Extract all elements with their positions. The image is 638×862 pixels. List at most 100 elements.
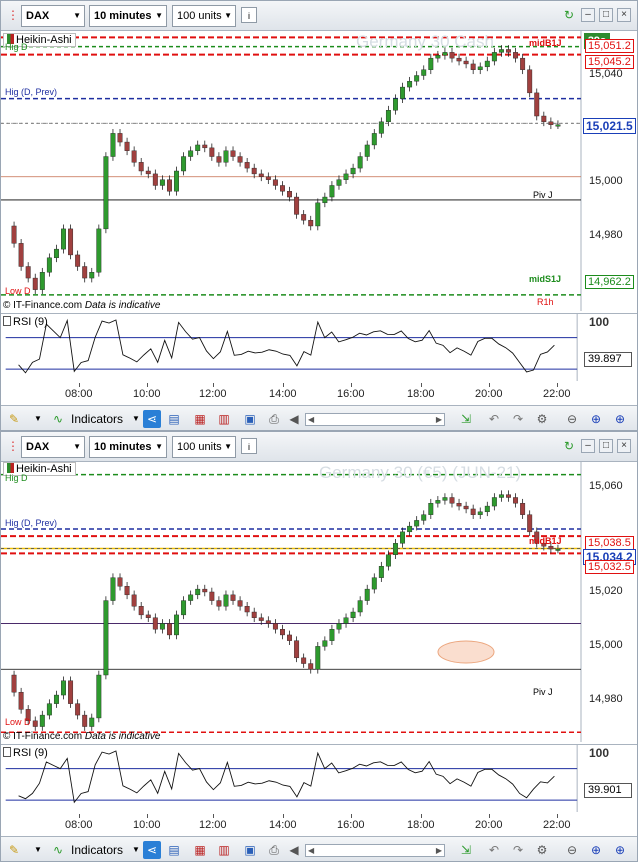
info-icon[interactable]: i: [241, 7, 257, 23]
candle[interactable]: [407, 81, 413, 88]
redo-icon[interactable]: ↷: [509, 410, 527, 428]
candle[interactable]: [336, 623, 342, 630]
candle[interactable]: [414, 75, 420, 82]
candle[interactable]: [520, 57, 526, 70]
candle[interactable]: [46, 703, 52, 716]
candle[interactable]: [216, 156, 222, 163]
candle[interactable]: [32, 277, 38, 290]
zoom-in-icon[interactable]: ⊕: [611, 841, 629, 859]
candle[interactable]: [216, 600, 222, 607]
candle[interactable]: [159, 179, 165, 186]
scroll-left-icon[interactable]: ◀: [285, 410, 303, 428]
redo-icon[interactable]: ↷: [509, 841, 527, 859]
candle[interactable]: [244, 606, 250, 613]
orders-icon[interactable]: ▥: [215, 841, 233, 859]
candle[interactable]: [152, 617, 158, 630]
chart-scrollbar[interactable]: ◀ ▶: [305, 413, 445, 426]
maximize-button[interactable]: □: [599, 8, 613, 22]
chat-icon[interactable]: ▤: [165, 410, 183, 428]
candle[interactable]: [385, 554, 391, 567]
candle[interactable]: [385, 110, 391, 123]
candle[interactable]: [188, 594, 194, 601]
scroll-right-icon[interactable]: ▶: [436, 415, 442, 424]
candle[interactable]: [230, 594, 236, 601]
chat-icon[interactable]: ▤: [165, 841, 183, 859]
share-icon[interactable]: ⋖: [143, 841, 161, 859]
candle[interactable]: [513, 52, 519, 59]
candle[interactable]: [294, 196, 300, 215]
candle[interactable]: [230, 150, 236, 157]
candle[interactable]: [527, 514, 533, 533]
candle[interactable]: [166, 179, 172, 192]
candle[interactable]: [541, 115, 547, 123]
candle[interactable]: [209, 591, 215, 601]
candle[interactable]: [82, 266, 88, 279]
indicators-button[interactable]: Indicators: [71, 843, 123, 857]
candle[interactable]: [209, 147, 215, 157]
candle[interactable]: [456, 57, 462, 62]
candle[interactable]: [484, 505, 490, 513]
candle[interactable]: [555, 124, 561, 127]
candle[interactable]: [414, 520, 420, 527]
candle[interactable]: [265, 620, 271, 624]
candle[interactable]: [435, 55, 441, 59]
scroll-left-icon[interactable]: ◀: [308, 846, 314, 855]
instrument-select-bottom[interactable]: DAX ▼: [21, 436, 85, 458]
candle[interactable]: [103, 600, 109, 676]
candle[interactable]: [181, 156, 187, 172]
scroll-left-icon[interactable]: ◀: [308, 415, 314, 424]
info-icon[interactable]: i: [241, 438, 257, 454]
candle[interactable]: [68, 680, 74, 704]
candle[interactable]: [258, 173, 264, 177]
chart-scrollbar[interactable]: ◀ ▶: [305, 844, 445, 857]
candle[interactable]: [336, 179, 342, 186]
candle[interactable]: [357, 600, 363, 613]
candle[interactable]: [75, 703, 81, 716]
candle[interactable]: [470, 63, 476, 70]
price-chart-bottom[interactable]: [1, 462, 637, 742]
undo-icon[interactable]: ↶: [485, 841, 503, 859]
candle[interactable]: [61, 228, 66, 250]
candle[interactable]: [364, 144, 370, 157]
candle[interactable]: [350, 167, 356, 175]
candle[interactable]: [96, 228, 102, 273]
candle[interactable]: [223, 594, 229, 607]
draw-pencil-icon[interactable]: ✎: [5, 841, 23, 859]
export-icon[interactable]: ⇲: [457, 841, 475, 859]
candle[interactable]: [287, 634, 292, 641]
indicators-icon[interactable]: ∿: [49, 841, 67, 859]
candle[interactable]: [378, 566, 384, 578]
minimize-button[interactable]: –: [581, 439, 595, 453]
candle[interactable]: [202, 144, 208, 149]
candle[interactable]: [484, 60, 490, 68]
candle[interactable]: [442, 497, 448, 501]
candle[interactable]: [96, 674, 102, 719]
candle[interactable]: [68, 228, 74, 256]
rsi-panel-top[interactable]: [1, 313, 637, 381]
candle[interactable]: [53, 694, 59, 704]
candle[interactable]: [138, 162, 144, 172]
candle[interactable]: [11, 225, 17, 244]
price-chart-top[interactable]: [1, 31, 637, 311]
candle[interactable]: [393, 543, 398, 555]
candle[interactable]: [435, 500, 441, 504]
candle[interactable]: [131, 150, 137, 163]
candle[interactable]: [456, 503, 462, 507]
candle[interactable]: [145, 614, 151, 618]
candle[interactable]: [110, 133, 116, 157]
grip-icon[interactable]: ⋮: [5, 438, 21, 454]
candle[interactable]: [223, 150, 229, 163]
candle[interactable]: [477, 66, 483, 70]
candle[interactable]: [463, 505, 469, 510]
candle[interactable]: [124, 586, 130, 596]
rsi-tag[interactable]: RSI (9): [3, 747, 48, 759]
candle[interactable]: [506, 49, 511, 53]
candle[interactable]: [89, 272, 95, 279]
candle[interactable]: [251, 611, 257, 618]
chevron-down-icon[interactable]: ▼: [29, 410, 47, 428]
candle[interactable]: [61, 680, 66, 696]
candle[interactable]: [287, 191, 292, 198]
candle[interactable]: [237, 156, 243, 163]
candle[interactable]: [110, 577, 116, 601]
candle[interactable]: [421, 69, 427, 76]
